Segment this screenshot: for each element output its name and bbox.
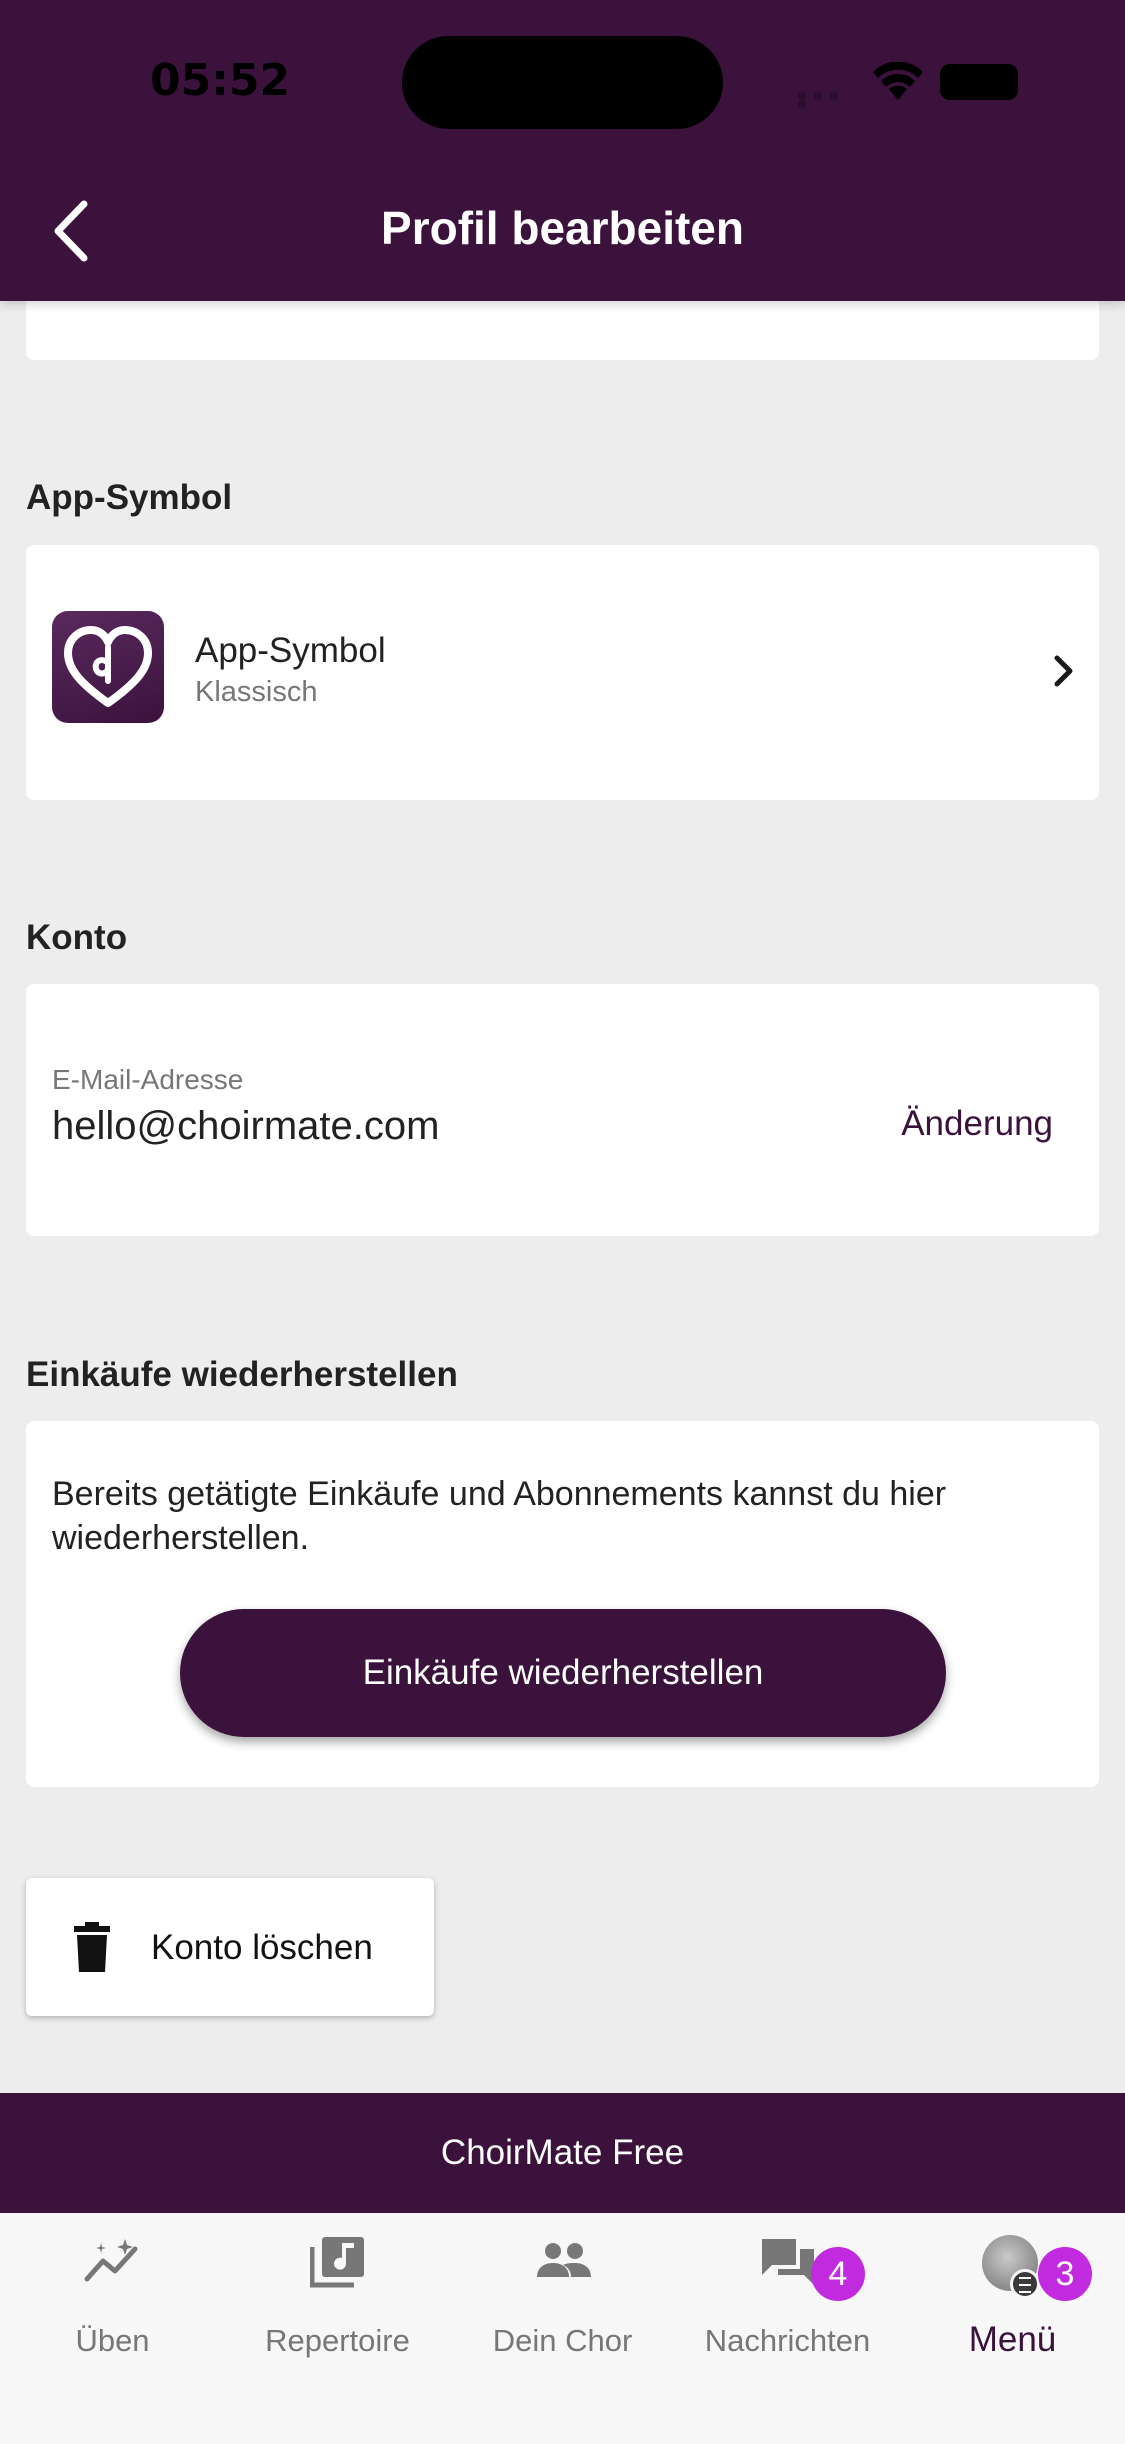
section-title-app-symbol: App-Symbol xyxy=(26,478,233,517)
signal-icon xyxy=(798,92,854,108)
tab-practice[interactable]: Üben xyxy=(0,2235,225,2358)
bottom-tab-bar: Üben Repertoire Dein Chor 4 Nachrichten xyxy=(0,2213,1125,2444)
delete-account-label: Konto löschen xyxy=(151,1928,373,1967)
tab-label-repertoire: Repertoire xyxy=(265,2323,410,2358)
wifi-icon xyxy=(873,62,923,100)
tab-label-practice: Üben xyxy=(75,2323,150,2358)
tab-choir[interactable]: Dein Chor xyxy=(450,2235,675,2358)
delete-account-button[interactable]: Konto löschen xyxy=(26,1878,434,2016)
tab-repertoire[interactable]: Repertoire xyxy=(225,2235,450,2358)
tab-menu[interactable]: 3 Menü xyxy=(900,2235,1125,2359)
menu-badge: 3 xyxy=(1038,2247,1092,2301)
plan-banner[interactable]: ChoirMate Free xyxy=(0,2093,1125,2213)
menu-icon xyxy=(1010,2269,1040,2299)
avatar xyxy=(982,2235,1040,2299)
page-title: Profil bearbeiten xyxy=(381,202,744,254)
people-icon xyxy=(536,2243,591,2277)
email-label: E-Mail-Adresse xyxy=(52,1064,244,1095)
app-symbol-subtitle: Klassisch xyxy=(195,676,318,708)
app-symbol-icon xyxy=(52,611,164,723)
tab-label-messages: Nachrichten xyxy=(704,2323,871,2358)
messages-badge: 4 xyxy=(811,2247,865,2301)
tab-messages[interactable]: 4 Nachrichten xyxy=(675,2235,900,2358)
email-card: E-Mail-Adresse hello@choirmate.com Änder… xyxy=(26,984,1099,1236)
chat-icon xyxy=(761,2239,814,2285)
chevron-right-icon xyxy=(1054,655,1073,687)
trash-icon xyxy=(74,1922,110,1972)
restore-card: Bereits getätigte Einkäufe und Abonnemen… xyxy=(26,1421,1099,1787)
app-symbol-row[interactable]: App-Symbol Klassisch xyxy=(26,545,1099,800)
email-value: hello@choirmate.com xyxy=(52,1104,440,1148)
music-library-icon xyxy=(309,2237,364,2288)
app-symbol-title: App-Symbol xyxy=(195,631,386,670)
section-title-account: Konto xyxy=(26,918,128,957)
dynamic-island xyxy=(402,36,723,129)
tab-label-menu: Menü xyxy=(968,2320,1057,2359)
section-title-restore: Einkäufe wiederherstellen xyxy=(26,1355,458,1394)
app-header: 05:52 Profil bearbeiten xyxy=(0,0,1125,301)
practice-chart-icon xyxy=(84,2239,137,2282)
change-email-button[interactable]: Änderung xyxy=(901,1104,1053,1144)
status-time: 05:52 xyxy=(150,55,291,106)
restore-description: Bereits getätigte Einkäufe und Abonnemen… xyxy=(52,1475,947,1557)
tab-label-choir: Dein Chor xyxy=(492,2323,633,2358)
restore-purchases-button[interactable]: Einkäufe wiederherstellen xyxy=(180,1609,946,1737)
battery-icon xyxy=(940,64,1018,100)
